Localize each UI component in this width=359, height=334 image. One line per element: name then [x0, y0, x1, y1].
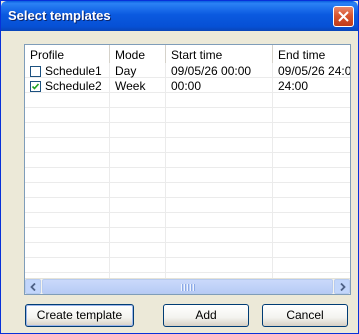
profile-name: Schedule2	[45, 79, 102, 93]
empty-row	[25, 138, 350, 153]
empty-row	[25, 183, 350, 198]
column-header-end-time[interactable]: End time	[273, 45, 350, 63]
close-button[interactable]	[333, 6, 354, 27]
column-header-profile[interactable]: Profile	[25, 45, 110, 63]
profile-cell: Schedule1	[25, 63, 110, 78]
empty-row	[25, 93, 350, 108]
cancel-button[interactable]: Cancel	[262, 304, 348, 327]
empty-row	[25, 228, 350, 243]
empty-row	[25, 153, 350, 168]
empty-row	[25, 198, 350, 213]
close-icon	[338, 11, 349, 22]
empty-row	[25, 108, 350, 123]
table-row[interactable]: Schedule1 Day 09/05/26 00:00 09/05/26 24…	[25, 63, 350, 78]
list-header: Profile Mode Start time End time	[25, 45, 350, 63]
checkmark-icon	[31, 83, 40, 90]
title-bar[interactable]: Select templates	[1, 1, 358, 31]
scroll-right-button[interactable]	[334, 279, 350, 294]
start-time-cell: 00:00	[166, 78, 273, 93]
end-time-cell: 24:00	[273, 78, 350, 93]
scroll-left-button[interactable]	[25, 279, 41, 294]
list-rows: Schedule1 Day 09/05/26 00:00 09/05/26 24…	[25, 63, 350, 288]
scrollbar-grip	[181, 284, 195, 291]
row-checkbox[interactable]	[30, 66, 41, 77]
empty-row	[25, 213, 350, 228]
row-checkbox[interactable]	[30, 81, 41, 92]
start-time-cell: 09/05/26 00:00	[166, 63, 273, 78]
empty-row	[25, 258, 350, 273]
scroll-left-icon	[30, 283, 36, 291]
window-title: Select templates	[8, 8, 111, 23]
create-template-button[interactable]: Create template	[25, 304, 134, 327]
column-header-mode[interactable]: Mode	[110, 45, 166, 63]
column-header-start-time[interactable]: Start time	[166, 45, 273, 63]
empty-row	[25, 123, 350, 138]
templates-list[interactable]: Profile Mode Start time End time Schedul…	[24, 44, 351, 295]
scrollbar-thumb[interactable]	[42, 279, 333, 294]
profile-name: Schedule1	[45, 64, 102, 78]
empty-row	[25, 243, 350, 258]
empty-row	[25, 168, 350, 183]
end-time-cell: 09/05/26 24:00	[273, 63, 350, 78]
add-button[interactable]: Add	[163, 304, 249, 327]
profile-cell: Schedule2	[25, 78, 110, 93]
table-row[interactable]: Schedule2 Week 00:00 24:00	[25, 78, 350, 93]
mode-cell: Week	[110, 78, 166, 93]
mode-cell: Day	[110, 63, 166, 78]
scroll-right-icon	[340, 283, 346, 291]
select-templates-dialog: Select templates Profile Mode Start time…	[0, 0, 359, 334]
horizontal-scrollbar[interactable]	[25, 278, 350, 294]
